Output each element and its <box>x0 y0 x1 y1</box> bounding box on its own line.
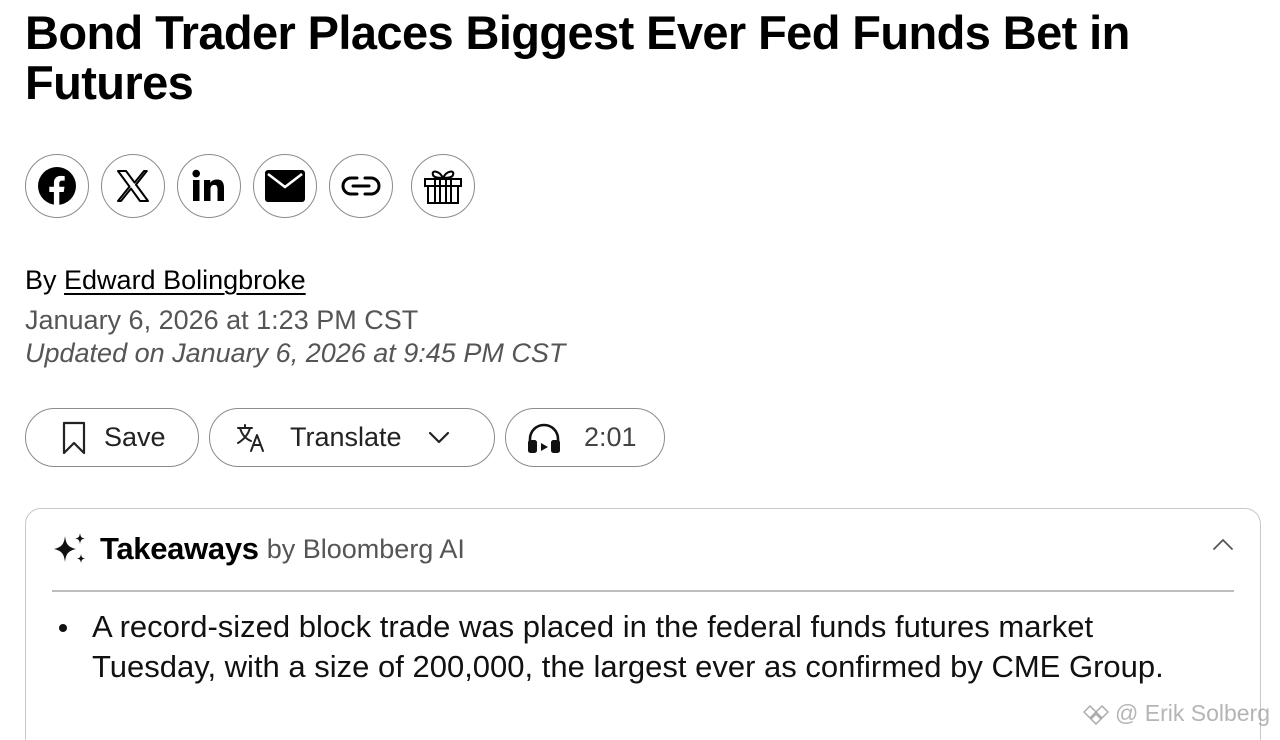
facebook-icon <box>38 167 76 206</box>
link-icon <box>341 176 381 196</box>
gift-article-button[interactable] <box>411 154 475 218</box>
share-linkedin-button[interactable] <box>177 154 241 218</box>
takeaways-header: Takeaways by Bloomberg AI <box>52 531 465 567</box>
watermark-text: @ Erik Solberg <box>1114 700 1270 726</box>
takeaways-divider <box>52 590 1234 592</box>
takeaways-title: Takeaways <box>100 531 259 566</box>
watermark-logo-icon <box>1082 704 1109 725</box>
chevron-down-icon <box>428 431 449 443</box>
copy-link-button[interactable] <box>329 154 393 218</box>
listen-button[interactable]: 2:01 <box>505 408 665 467</box>
updated-date: Updated on January 6, 2026 at 9:45 PM CS… <box>25 338 566 368</box>
email-icon <box>265 170 305 202</box>
share-x-button[interactable] <box>101 154 165 218</box>
takeaways-source: by Bloomberg AI <box>266 533 465 564</box>
translate-dropdown[interactable]: Translate <box>209 408 495 467</box>
share-bar <box>25 154 475 218</box>
watermark: @ Erik Solberg <box>1082 700 1270 727</box>
translate-label: Translate <box>290 422 402 452</box>
linkedin-icon <box>192 169 224 201</box>
chevron-up-icon <box>1213 539 1233 550</box>
author-link[interactable]: Edward Bolingbroke <box>64 265 306 295</box>
publish-date: January 6, 2026 at 1:23 PM CST <box>25 305 419 335</box>
save-label: Save <box>104 422 166 452</box>
gift-icon <box>424 170 462 204</box>
collapse-button[interactable] <box>1212 537 1234 556</box>
sparkle-icon <box>54 533 85 563</box>
takeaway-item: A record-sized block trade was placed in… <box>52 607 1192 687</box>
audio-duration: 2:01 <box>584 422 637 452</box>
share-facebook-button[interactable] <box>25 154 89 218</box>
translate-icon <box>237 423 264 452</box>
bookmark-icon <box>62 421 86 454</box>
takeaways-list: A record-sized block trade was placed in… <box>52 607 1192 687</box>
article-actions: Save Translate 2:01 <box>25 408 665 467</box>
save-button[interactable]: Save <box>25 408 199 467</box>
article-headline: Bond Trader Places Biggest Ever Fed Fund… <box>25 6 1130 109</box>
byline-prefix: By <box>25 265 57 295</box>
share-email-button[interactable] <box>253 154 317 218</box>
byline: By Edward Bolingbroke <box>25 264 306 296</box>
headphones-icon <box>528 423 560 453</box>
x-icon <box>117 170 149 202</box>
takeaways-panel: Takeaways by Bloomberg AI A record-sized… <box>25 508 1261 740</box>
